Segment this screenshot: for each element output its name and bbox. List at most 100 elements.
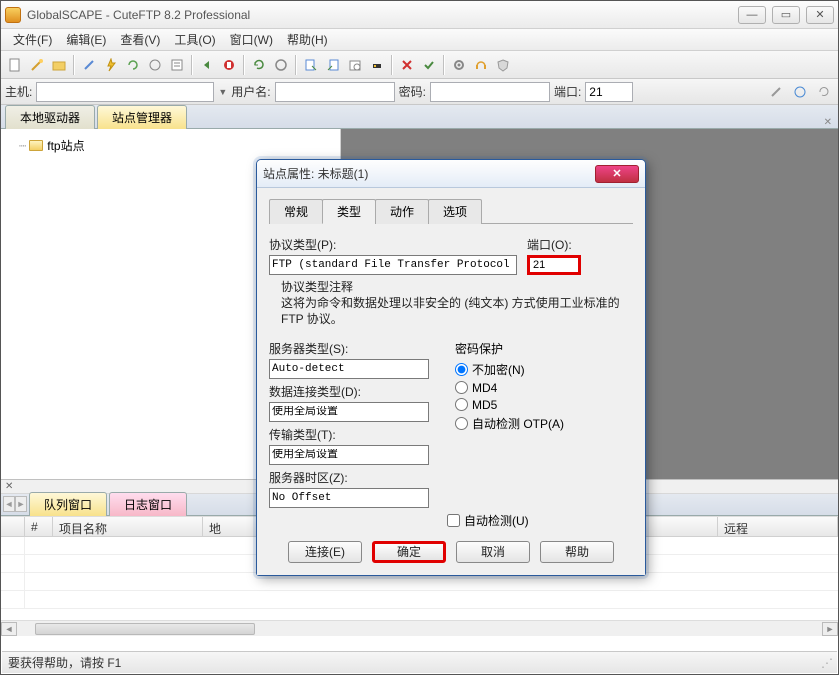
folder-icon[interactable] <box>49 55 69 75</box>
data-conn-select[interactable]: 使用全局设置 <box>269 402 429 422</box>
help-button[interactable]: 帮助 <box>540 541 614 563</box>
tree-root-item[interactable]: ┈ ftp站点 <box>5 135 336 156</box>
dialog-port-label: 端口(O): <box>527 236 581 253</box>
connect-button[interactable]: 连接(E) <box>288 541 362 563</box>
tab-action[interactable]: 动作 <box>375 199 429 224</box>
tab-scroll-right-icon[interactable]: ► <box>15 496 27 512</box>
tab-site-manager[interactable]: 站点管理器 <box>97 105 187 129</box>
horizontal-scrollbar[interactable]: ◄ ► <box>1 620 838 636</box>
gear-icon[interactable] <box>449 55 469 75</box>
back-icon[interactable] <box>197 55 217 75</box>
list-icon[interactable] <box>167 55 187 75</box>
download-icon[interactable] <box>323 55 343 75</box>
dialog-close-button[interactable]: ✕ <box>595 165 639 183</box>
tabs-close-icon[interactable]: ✕ <box>824 117 832 128</box>
connect-go-icon[interactable] <box>766 82 786 102</box>
cancel-button[interactable]: 取消 <box>456 541 530 563</box>
radio-otp-input[interactable] <box>455 417 468 430</box>
tab-options[interactable]: 选项 <box>428 199 482 224</box>
tab-type[interactable]: 类型 <box>322 199 376 224</box>
col-status[interactable] <box>1 517 25 536</box>
protocol-select[interactable]: FTP (standard File Transfer Protocol <box>269 255 517 275</box>
tab-scroll-left-icon[interactable]: ◄ <box>3 496 15 512</box>
headset-icon[interactable] <box>471 55 491 75</box>
resize-grip-icon: ⋰ <box>821 656 831 670</box>
radio-md5-input[interactable] <box>455 398 468 411</box>
user-input[interactable] <box>275 82 395 102</box>
tz-auto-checkbox[interactable] <box>447 514 460 527</box>
scroll-left-icon[interactable]: ◄ <box>1 622 17 636</box>
quick-icon[interactable] <box>101 55 121 75</box>
reconnect-icon[interactable] <box>123 55 143 75</box>
status-bar: 要获得帮助，请按 F1 ⋰ <box>2 651 837 673</box>
connection-bar: 主机: ▼ 用户名: 密码: 端口: <box>1 79 838 105</box>
col-hash[interactable]: # <box>25 517 53 536</box>
site-properties-dialog: 站点属性: 未标题(1) ✕ 常规 类型 动作 选项 协议类型(P): FTP … <box>256 159 646 576</box>
connect-icon[interactable] <box>79 55 99 75</box>
window-title: GlobalSCAPE - CuteFTP 8.2 Professional <box>27 8 738 22</box>
tool-icon[interactable] <box>145 55 165 75</box>
grid-row <box>1 573 838 591</box>
refresh-icon[interactable] <box>249 55 269 75</box>
new-icon[interactable] <box>5 55 25 75</box>
dialog-buttons: 连接(E) 确定 取消 帮助 <box>269 541 633 563</box>
left-tabs: 本地驱动器 站点管理器 ✕ <box>1 105 838 129</box>
tab-local-drives[interactable]: 本地驱动器 <box>5 105 95 129</box>
tz-label: 服务器时区(Z): <box>269 469 441 486</box>
scroll-thumb[interactable] <box>35 623 255 635</box>
col-name[interactable]: 项目名称 <box>53 517 203 536</box>
home-icon[interactable] <box>271 55 291 75</box>
close-button[interactable]: ✕ <box>806 6 834 24</box>
tz-select[interactable]: No Offset <box>269 488 429 508</box>
menu-edit[interactable]: 编辑(E) <box>60 29 112 50</box>
grid-row <box>1 591 838 609</box>
menu-help[interactable]: 帮助(H) <box>281 29 334 50</box>
data-conn-label: 数据连接类型(D): <box>269 383 441 400</box>
host-label: 主机: <box>5 83 32 100</box>
scroll-right-icon[interactable]: ► <box>822 622 838 636</box>
menu-window[interactable]: 窗口(W) <box>224 29 279 50</box>
tab-queue[interactable]: 队列窗口 <box>29 492 107 516</box>
host-input[interactable] <box>36 82 214 102</box>
menu-view[interactable]: 查看(V) <box>114 29 166 50</box>
minimize-button[interactable]: — <box>738 6 766 24</box>
server-type-label: 服务器类型(S): <box>269 340 441 357</box>
radio-none[interactable]: 不加密(N) <box>455 361 564 378</box>
radio-md4-input[interactable] <box>455 381 468 394</box>
maximize-button[interactable]: ▭ <box>772 6 800 24</box>
col-remote[interactable]: 远程 <box>718 517 838 536</box>
tree-root-label: ftp站点 <box>47 137 84 154</box>
transfer-select[interactable]: 使用全局设置 <box>269 445 429 465</box>
upload-icon[interactable] <box>301 55 321 75</box>
stop-icon[interactable] <box>219 55 239 75</box>
col-addr[interactable]: 地 <box>203 517 263 536</box>
window-titlebar: GlobalSCAPE - CuteFTP 8.2 Professional —… <box>1 1 838 29</box>
small-refresh-icon[interactable] <box>814 82 834 102</box>
menu-file[interactable]: 文件(F) <box>7 29 58 50</box>
dialog-tabs: 常规 类型 动作 选项 <box>269 198 633 224</box>
dialog-port-input[interactable] <box>527 255 581 275</box>
radio-md4[interactable]: MD4 <box>455 381 564 395</box>
delete-icon[interactable] <box>397 55 417 75</box>
shield-icon[interactable] <box>493 55 513 75</box>
radio-md5[interactable]: MD5 <box>455 398 564 412</box>
radio-otp[interactable]: 自动检测 OTP(A) <box>455 415 564 432</box>
ok-button[interactable]: 确定 <box>372 541 446 563</box>
protocol-note: 协议类型注释 这将为命令和数据处理以非安全的 (纯文本) 方式使用工业标准的 F… <box>281 279 633 328</box>
globe-icon[interactable] <box>790 82 810 102</box>
menu-tools[interactable]: 工具(O) <box>168 29 221 50</box>
radio-none-input[interactable] <box>455 363 468 376</box>
pass-input[interactable] <box>430 82 550 102</box>
tree-connector-icon: ┈ <box>19 139 25 153</box>
tz-auto-check[interactable]: 自动检测(U) <box>447 512 633 529</box>
wizard-icon[interactable] <box>27 55 47 75</box>
tab-general[interactable]: 常规 <box>269 199 323 224</box>
check-icon[interactable] <box>419 55 439 75</box>
status-text: 要获得帮助，请按 F1 <box>8 654 121 671</box>
server-type-select[interactable]: Auto-detect <box>269 359 429 379</box>
tab-log[interactable]: 日志窗口 <box>109 492 187 516</box>
schedule-icon[interactable] <box>345 55 365 75</box>
port-input[interactable] <box>585 82 633 102</box>
bottom-close-icon[interactable]: ✕ <box>5 481 13 492</box>
execute-icon[interactable] <box>367 55 387 75</box>
